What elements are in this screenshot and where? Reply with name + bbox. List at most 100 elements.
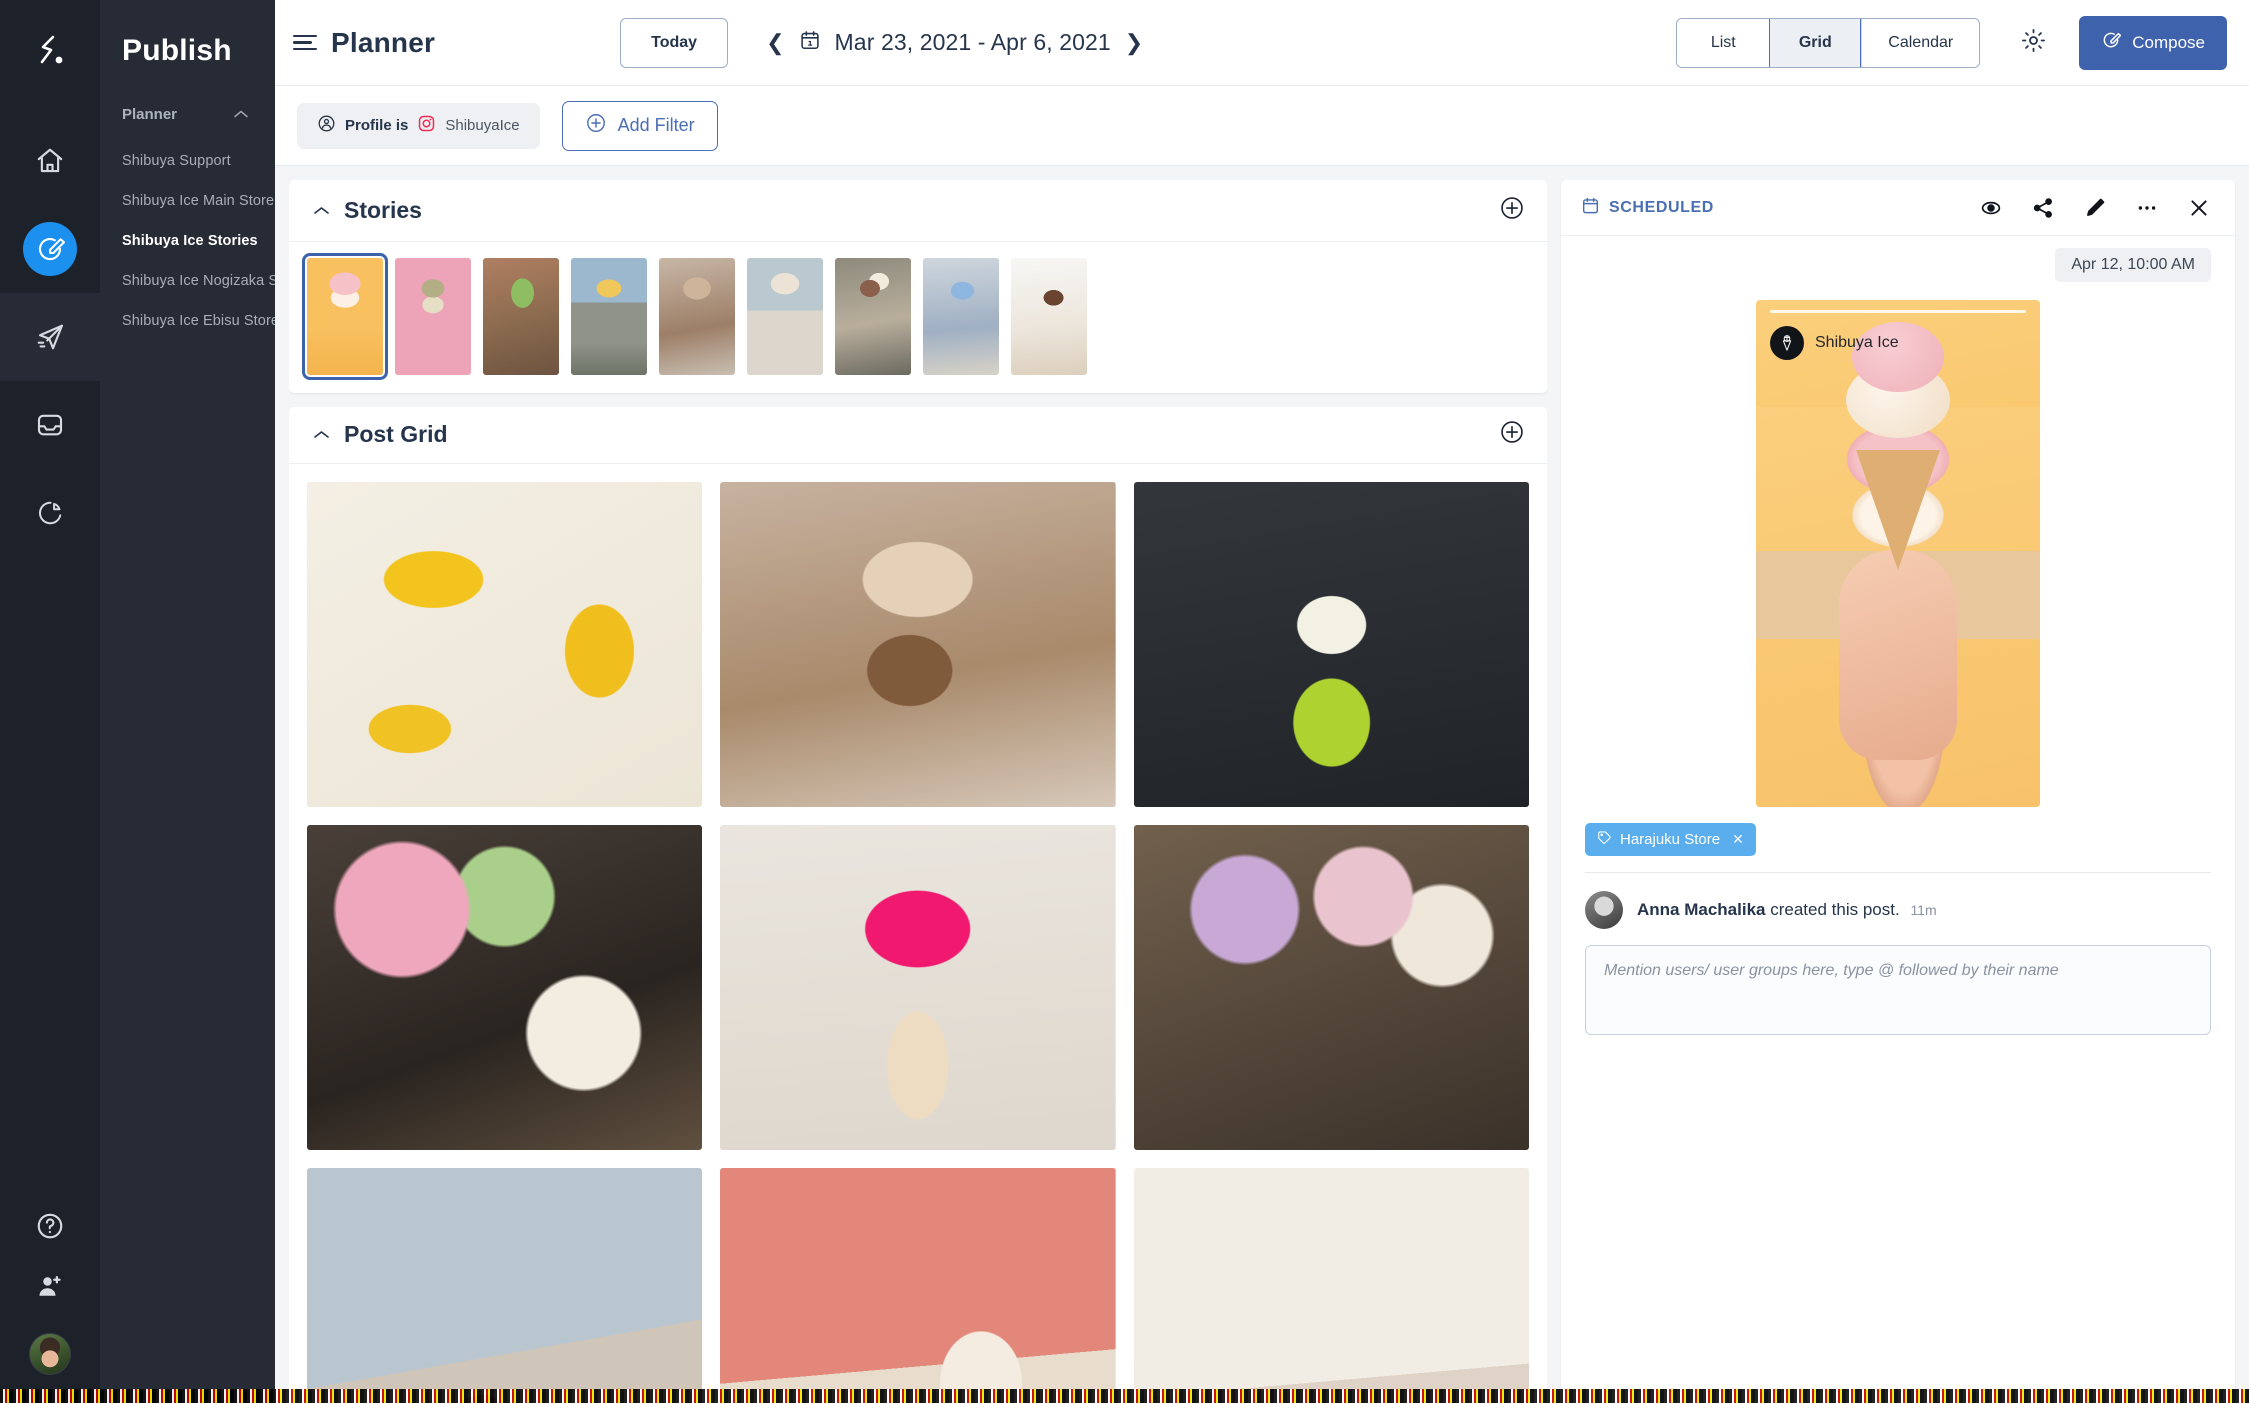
more-options-icon[interactable] [2135,196,2159,220]
filter-bar: Profile is ShibuyaIce Add Filter [275,86,2249,166]
sidebar-group-planner[interactable]: Planner [100,68,275,123]
story-preview-hand [1839,550,1957,760]
rail-item-engagement[interactable] [0,293,100,381]
rail-item-publish[interactable] [0,205,100,293]
sidebar-group-label: Planner [122,106,178,123]
story-thumb-6[interactable] [747,258,823,375]
instagram-icon [417,114,436,137]
scheduled-time: Apr 12, 10:00 AM [2055,248,2211,282]
post-grid-header: Post Grid [289,407,1547,464]
status-badge: SCHEDULED [1581,196,1714,220]
filter-chip-profile[interactable]: Profile is ShibuyaIce [297,102,540,149]
tag-harajuku-store[interactable]: Harajuku Store ✕ [1585,823,1756,856]
story-progress-bar [1770,310,2026,313]
sidebar-item-shibuya-support[interactable]: Shibuya Support [100,141,275,181]
story-thumb-7[interactable] [835,258,911,375]
chevron-right-icon[interactable]: ❯ [1125,31,1143,54]
story-thumb-9[interactable] [1011,258,1087,375]
tag-label: Harajuku Store [1620,831,1721,848]
sidebar-item-shibuya-ice-stories[interactable]: Shibuya Ice Stories [100,221,275,261]
post-tile-6[interactable] [1133,824,1529,1150]
post-tile-7[interactable] [307,1167,703,1403]
add-story-plus-circle-icon[interactable] [1499,195,1525,226]
compose-button[interactable]: Compose [2079,15,2227,70]
post-tile-8[interactable] [720,1167,1116,1403]
chevron-left-icon[interactable]: ❮ [766,31,784,54]
add-filter-button[interactable]: Add Filter [561,100,718,151]
edit-pencil-icon[interactable] [2083,196,2107,220]
add-filter-label: Add Filter [617,115,695,135]
story-preview-account-name: Shibuya Ice [1815,334,1899,351]
rail-item-home[interactable] [0,117,100,205]
compose-pencil-icon [2101,30,2122,55]
story-thumb-2[interactable] [395,258,471,375]
help-icon[interactable] [35,1211,65,1246]
activity-text: Anna Machalika created this post. 11m [1637,900,1937,920]
post-tile-1[interactable] [307,481,703,807]
post-tile-2[interactable] [720,481,1116,807]
stories-header: Stories [289,180,1547,242]
stories-card: Stories [289,180,1547,393]
story-thumb-5[interactable] [659,258,735,375]
post-grid-title: Post Grid [344,421,448,448]
preview-eye-icon[interactable] [1979,196,2003,220]
mention-input[interactable] [1585,945,2211,1035]
post-detail-column: SCHEDULED Apr 12, 10:00 AM Shibuya Ice H… [1547,180,2249,1403]
planner-grid-column: Stories Post Grid [289,180,1547,1403]
add-user-icon[interactable] [35,1272,65,1307]
scheduled-post-panel: SCHEDULED Apr 12, 10:00 AM Shibuya Ice H… [1561,180,2235,1403]
story-thumb-3[interactable] [483,258,559,375]
post-tile-3[interactable] [1133,481,1529,807]
calendar-icon [1581,196,1600,220]
ice-cream-cone-icon [1770,326,1804,360]
close-icon[interactable]: ✕ [1732,831,1744,848]
profile-icon [317,114,336,137]
story-thumb-4[interactable] [571,258,647,375]
add-post-plus-circle-icon[interactable] [1499,419,1525,450]
compose-button-label: Compose [2132,32,2205,52]
send-icon [35,322,65,352]
post-grid [289,464,1547,1403]
post-tile-4[interactable] [307,824,703,1150]
chevron-up-icon[interactable] [313,203,330,219]
story-preview[interactable]: Shibuya Ice [1756,300,2040,807]
primary-icon-rail [0,0,100,1403]
close-icon[interactable] [2187,196,2211,220]
calendar-icon [799,29,821,56]
content-area: Stories Post Grid SCHEDULED Apr 12, 10:0… [275,166,2249,1403]
rail-item-inbox[interactable] [0,381,100,469]
tab-calendar[interactable]: Calendar [1861,18,1980,67]
sidebar-item-shibuya-ice-nogizaka-store[interactable]: Shibuya Ice Nogizaka Store [100,261,303,301]
share-icon[interactable] [2031,196,2055,220]
tab-list[interactable]: List [1677,18,1770,67]
rail-item-reporting[interactable] [0,469,100,557]
sprinklr-logo-icon[interactable] [31,32,69,75]
user-avatar[interactable] [29,1333,71,1375]
screenshot-bottom-artifact [0,1389,2249,1403]
rail-bottom-group [0,1211,100,1375]
post-detail-body: Apr 12, 10:00 AM Shibuya Ice Harajuku St… [1561,236,2235,1403]
filter-chip-label: Profile is [345,117,409,134]
compose-icon [23,222,77,276]
post-tile-9[interactable] [1133,1167,1529,1403]
sidebar-item-shibuya-ice-ebisu-store[interactable]: Shibuya Ice Ebisu Store [100,301,279,341]
today-button[interactable]: Today [620,17,729,68]
status-badge-label: SCHEDULED [1609,198,1714,216]
filter-chip-value: ShibuyaIce [445,117,520,134]
story-thumb-1[interactable] [302,253,388,380]
chevron-up-icon [233,109,249,121]
inbox-icon [35,410,65,440]
gear-icon[interactable] [2020,27,2047,59]
story-preview-cone [1856,450,1940,570]
app-root: Publish Planner Shibuya Support Shibuya … [0,0,2249,1403]
tab-grid[interactable]: Grid [1769,18,1862,67]
hamburger-icon[interactable] [293,34,317,51]
sidebar-item-shibuya-ice-main-store[interactable]: Shibuya Ice Main Store [100,181,275,221]
story-thumb-8[interactable] [923,258,999,375]
activity-author: Anna Machalika [1637,900,1766,919]
sidebar-item-list: Shibuya Support Shibuya Ice Main Store S… [100,141,303,341]
stories-thumbnail-strip [289,242,1547,393]
chevron-up-icon[interactable] [313,427,330,443]
post-tile-5[interactable] [720,824,1116,1150]
story-preview-account: Shibuya Ice [1770,326,1899,360]
